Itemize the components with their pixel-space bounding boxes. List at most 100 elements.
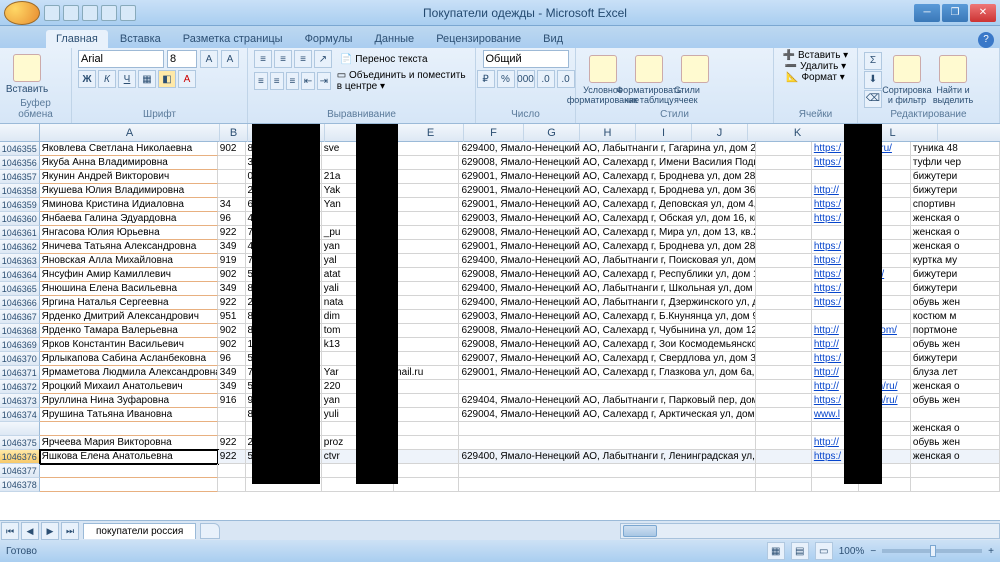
cell[interactable] xyxy=(394,226,459,240)
cell[interactable]: 902 xyxy=(218,324,246,338)
zoom-in-icon[interactable]: + xyxy=(988,546,994,557)
align-center-icon[interactable]: ≡ xyxy=(270,72,284,90)
cell-name[interactable]: Якушева Юлия Владимировна xyxy=(40,184,218,198)
bold-icon[interactable]: Ж xyxy=(78,70,96,88)
cell[interactable] xyxy=(911,478,1000,492)
cell-name[interactable]: Яновская Алла Михайловна xyxy=(40,254,218,268)
cell-name[interactable] xyxy=(40,464,218,478)
cell[interactable] xyxy=(756,478,811,492)
cell-name[interactable] xyxy=(40,422,218,436)
row-header[interactable]: 1046364 xyxy=(0,268,40,282)
row-header[interactable]: 1046370 xyxy=(0,352,40,366)
view-break-icon[interactable]: ▭ xyxy=(815,542,833,560)
cell[interactable]: туника 48 xyxy=(911,142,1000,156)
cell[interactable] xyxy=(756,394,811,408)
cell[interactable] xyxy=(394,436,459,450)
cell[interactable]: обувь жен xyxy=(911,338,1000,352)
row-header[interactable]: 1046375 xyxy=(0,436,40,450)
sheet-nav-last[interactable]: ⏭ xyxy=(61,522,79,540)
comma-icon[interactable]: 000 xyxy=(517,70,535,88)
tab-page-layout[interactable]: Разметка страницы xyxy=(173,30,293,48)
currency-icon[interactable]: ₽ xyxy=(477,70,495,88)
row-header[interactable]: 1046378 xyxy=(0,478,40,492)
border-icon[interactable]: ▦ xyxy=(138,70,156,88)
cell[interactable]: куртка му xyxy=(911,254,1000,268)
tab-view[interactable]: Вид xyxy=(533,30,573,48)
grow-font-icon[interactable]: A xyxy=(200,50,218,68)
sheet-nav-prev[interactable]: ◀ xyxy=(21,522,39,540)
paste-button[interactable]: Вставить xyxy=(6,54,48,95)
fill-icon[interactable]: ⬇ xyxy=(864,71,882,89)
cell[interactable] xyxy=(394,450,459,464)
tab-review[interactable]: Рецензирование xyxy=(426,30,531,48)
cell-name[interactable]: Якуба Анна Владимировна xyxy=(40,156,218,170)
cell[interactable]: 916 xyxy=(218,394,246,408)
col-header[interactable]: J xyxy=(692,124,748,142)
cell[interactable]: блуза лет xyxy=(911,366,1000,380)
cell[interactable]: 922 xyxy=(218,450,246,464)
cell-name[interactable]: Янюшина Елена Васильевна xyxy=(40,282,218,296)
row-header[interactable]: 1046377 xyxy=(0,464,40,478)
cell-address[interactable]: 629001, Ямало-Ненецкий АО, Салехард г, Б… xyxy=(459,170,756,184)
align-top-icon[interactable]: ≡ xyxy=(254,50,272,68)
cell[interactable] xyxy=(756,464,811,478)
col-header[interactable]: I xyxy=(636,124,692,142)
row-header[interactable]: 1046355 xyxy=(0,142,40,156)
row-header[interactable]: 1046376 xyxy=(0,450,40,464)
cell[interactable]: 922 xyxy=(218,226,246,240)
cell-name[interactable]: Ярмаметова Людмила Александровна xyxy=(40,366,218,380)
format-cells-button[interactable]: 📐 Формат ▾ xyxy=(786,72,845,83)
row-header[interactable]: 1046374 xyxy=(0,408,40,422)
qat-redo-icon[interactable] xyxy=(82,5,98,21)
font-color-icon[interactable]: A xyxy=(178,70,196,88)
cell-address[interactable]: 629003, Ямало-Ненецкий АО, Салехард г, Б… xyxy=(459,310,756,324)
cell[interactable]: женская о xyxy=(911,422,1000,436)
cell[interactable] xyxy=(756,282,811,296)
cell[interactable] xyxy=(218,408,246,422)
underline-icon[interactable]: Ч xyxy=(118,70,136,88)
row-header[interactable]: 1046367 xyxy=(0,310,40,324)
font-size-select[interactable] xyxy=(167,50,197,68)
row-header[interactable]: 1046363 xyxy=(0,254,40,268)
view-layout-icon[interactable]: ▤ xyxy=(791,542,809,560)
cell[interactable] xyxy=(756,198,811,212)
cell[interactable] xyxy=(756,310,811,324)
align-bot-icon[interactable]: ≡ xyxy=(294,50,312,68)
new-sheet-button[interactable] xyxy=(200,523,220,539)
cell[interactable] xyxy=(394,324,459,338)
cell[interactable] xyxy=(394,254,459,268)
cell[interactable] xyxy=(756,352,811,366)
cell[interactable] xyxy=(218,464,246,478)
cell[interactable] xyxy=(394,478,459,492)
cell-address[interactable] xyxy=(459,464,756,478)
cell[interactable] xyxy=(756,156,811,170)
cell[interactable]: бижутери xyxy=(911,170,1000,184)
cell[interactable] xyxy=(756,142,811,156)
cell[interactable] xyxy=(394,464,459,478)
cell[interactable]: 922 xyxy=(218,296,246,310)
cell[interactable]: 951 xyxy=(218,310,246,324)
zoom-out-icon[interactable]: − xyxy=(870,546,876,557)
row-header[interactable]: 1046368 xyxy=(0,324,40,338)
tab-home[interactable]: Главная xyxy=(46,30,108,48)
cell[interactable] xyxy=(218,170,246,184)
cell[interactable] xyxy=(756,422,811,436)
cell[interactable] xyxy=(756,450,811,464)
wrap-text-button[interactable]: 📄 Перенос текста xyxy=(340,54,428,65)
cell-name[interactable]: Яроцкий Михаил Анатольевич xyxy=(40,380,218,394)
cell-name[interactable]: Яминова Кристина Идиаловна xyxy=(40,198,218,212)
cell[interactable]: спортивн xyxy=(911,198,1000,212)
cell[interactable] xyxy=(394,282,459,296)
cell[interactable] xyxy=(394,198,459,212)
row-header[interactable]: 1046362 xyxy=(0,240,40,254)
cell-name[interactable]: Ярчеева Мария Викторовна xyxy=(40,436,218,450)
view-normal-icon[interactable]: ▦ xyxy=(767,542,785,560)
cell[interactable] xyxy=(756,366,811,380)
tab-formulas[interactable]: Формулы xyxy=(295,30,363,48)
cell[interactable] xyxy=(394,352,459,366)
col-header[interactable]: F xyxy=(464,124,524,142)
cell[interactable] xyxy=(218,156,246,170)
cell-address[interactable]: 629001, Ямало-Ненецкий АО, Салехард г, Д… xyxy=(459,198,756,212)
cell[interactable] xyxy=(394,338,459,352)
cell[interactable] xyxy=(756,408,811,422)
